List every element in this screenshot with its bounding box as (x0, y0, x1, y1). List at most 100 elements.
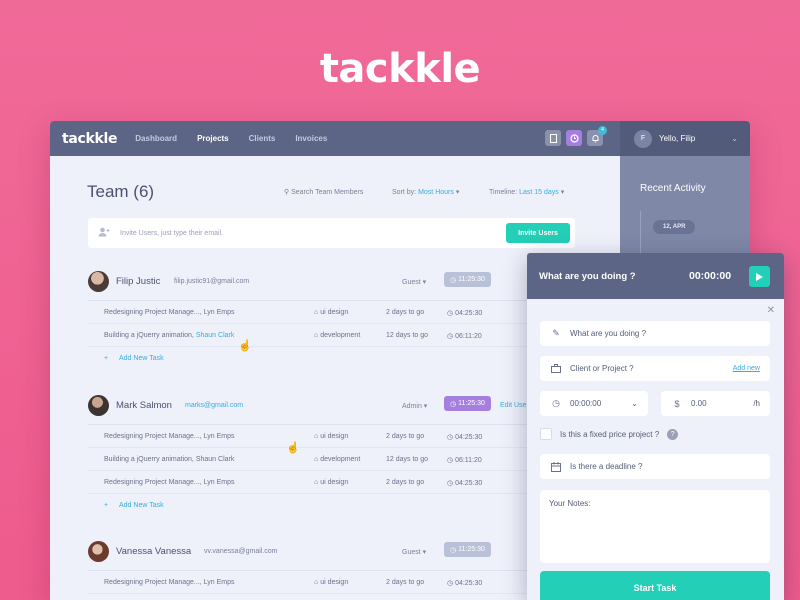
briefcase-icon (550, 363, 562, 375)
chevron-down-icon: ▾ (455, 189, 460, 196)
task-tag: ⌂ ui design (314, 309, 348, 316)
avatar (88, 271, 109, 292)
table-row[interactable]: Redesigning Project Manage..., Lyn Emps … (88, 471, 588, 494)
popup-header: What are you doing ? 00:00:00 (527, 253, 784, 299)
search-team[interactable]: ⚲ Search Team Members (284, 188, 363, 196)
edit-user-link[interactable]: Edit Use (500, 402, 526, 409)
invite-input[interactable]: Invite Users, just type their email. (120, 230, 223, 237)
member-name: Vanessa Vanessa (116, 546, 192, 557)
add-task-link[interactable]: + Add New Task (88, 347, 588, 369)
task-due: 12 days to go (386, 456, 429, 463)
member-timer[interactable]: ◷ 11:25:30 (444, 272, 491, 287)
client-project-select[interactable]: Client or Project ? Add new (540, 356, 770, 381)
duration-select[interactable]: ◷ 00:00:00 ⌄ (540, 391, 648, 416)
task-time: ◷ 06:11:20 (447, 332, 482, 340)
tag-label: ui design (320, 433, 349, 440)
add-task-label: Add New Task (119, 502, 164, 509)
task-time: ◷ 04:25:30 (447, 479, 482, 487)
popup-title: What are you doing ? (539, 270, 636, 282)
timer-icon[interactable] (566, 130, 582, 146)
role-label: Guest (402, 279, 421, 286)
currency-symbol: $ (674, 398, 680, 409)
table-row[interactable]: Redesigning Project Manage..., Lyn Emps … (88, 301, 588, 324)
notes-textarea[interactable]: Your Notes: (540, 490, 770, 563)
role-dropdown[interactable]: Guest ▾ (402, 278, 426, 286)
clock-icon: ◷ (447, 333, 454, 340)
role-dropdown[interactable]: Guest ▾ (402, 548, 426, 556)
search-label: Search Team Members (291, 189, 364, 196)
page-title: Team (6) (87, 182, 155, 201)
invite-bar: Invite Users, just type their email. Inv… (88, 218, 575, 248)
help-icon[interactable]: ? (667, 428, 679, 440)
brand-logo: tackkle (319, 46, 481, 92)
member-block: Filip Justic filip.justic91@gmail.com Gu… (88, 268, 588, 369)
play-button[interactable] (749, 266, 770, 287)
add-task-link[interactable]: + Add New Task (88, 494, 588, 516)
chevron-down-icon: ▾ (423, 403, 428, 410)
time-value: 06:11:20 (455, 333, 482, 340)
calendar-icon (550, 461, 562, 473)
member-block: Vanessa Vanessa vv.vanessa@gmail.com Gue… (88, 538, 588, 594)
task-name: Redesigning Project Manage..., Lyn Emps (104, 309, 235, 316)
role-label: Admin (402, 403, 422, 410)
table-row[interactable]: Redesigning Project Manage..., Lyn Emps … (88, 571, 588, 594)
clock-icon: ◷ (447, 480, 454, 487)
deadline-field[interactable]: Is there a deadline ? (540, 454, 770, 479)
tag-label: development (320, 456, 361, 463)
invite-users-button[interactable]: Invite Users (506, 223, 570, 243)
member-email[interactable]: marks@gmail.com (185, 402, 243, 409)
task-tag: ⌂ development (314, 456, 360, 463)
tag-label: ui design (320, 579, 349, 586)
client-link[interactable]: Shaun Clark (196, 332, 235, 339)
task-name: Building a jQuerry animation, Shaun Clar… (104, 456, 235, 463)
clock-icon: ◷ (450, 276, 459, 284)
timer-value: 11:25:30 (458, 546, 485, 553)
table-row[interactable]: Redesigning Project Manage..., Lyn Emps … (88, 425, 588, 448)
popup-clock: 00:00:00 (689, 270, 732, 282)
table-row[interactable]: Building a jQuerry animation, Shaun Clar… (88, 448, 588, 471)
task-due: 2 days to go (386, 433, 425, 440)
nav-projects[interactable]: Projects (197, 134, 229, 143)
task-list: Redesigning Project Manage..., Lyn Emps … (88, 300, 588, 369)
activity-date-badge: 12, APR (653, 220, 696, 234)
role-dropdown[interactable]: Admin ▾ (402, 402, 427, 410)
notes-label: Your Notes: (549, 499, 591, 508)
nav-clients[interactable]: Clients (249, 134, 276, 143)
member-email: filip.justic91@gmail.com (174, 278, 250, 285)
rate-input[interactable]: $ 0.00 /h (661, 391, 770, 416)
task-tag: ⌂ ui design (314, 479, 348, 486)
nav-dashboard[interactable]: Dashboard (135, 134, 177, 143)
sort-dropdown[interactable]: Sort by: Most Hours ▾ (392, 188, 459, 196)
timer-value: 11:25:30 (458, 400, 485, 407)
tag-icon: ⌂ (314, 309, 319, 316)
member-timer[interactable]: ◷ 11:25:30 (444, 396, 491, 411)
timeline-dropdown[interactable]: Timeline: Last 15 days ▾ (489, 188, 564, 196)
fixed-price-checkbox-row[interactable]: Is this a fixed price project ? ? (540, 428, 679, 440)
tag-icon: ⌂ (314, 332, 319, 339)
add-new-link[interactable]: Add new (733, 365, 760, 372)
task-name: Redesigning Project Manage..., Lyn Emps (104, 433, 235, 440)
bell-icon[interactable]: 4 (587, 126, 607, 146)
fixed-price-checkbox[interactable] (540, 428, 552, 440)
start-task-button[interactable]: Start Task (540, 571, 770, 600)
member-timer[interactable]: ◷ 11:25:30 (444, 542, 491, 557)
clock-icon: ◷ (447, 580, 454, 587)
chevron-down-icon: ⌄ (631, 399, 638, 408)
hand-cursor-icon: ☝ (238, 340, 252, 352)
app-logo[interactable]: tackkle (62, 131, 118, 147)
member-name: Mark Salmon (116, 400, 172, 411)
task-time: ◷ 04:25:30 (447, 433, 482, 441)
what-input[interactable]: ✎ What are you doing ? (540, 321, 770, 346)
task-time: ◷ 04:25:30 (447, 579, 482, 587)
hand-cursor-icon: ☝ (286, 442, 300, 454)
task-tag: ⌂ ui design (314, 579, 348, 586)
close-icon[interactable]: ✕ (767, 305, 775, 316)
tag-icon: ⌂ (314, 456, 319, 463)
table-row[interactable]: Building a jQuerry animation, Shaun Clar… (88, 324, 588, 347)
timer-value: 11:25:30 (458, 276, 485, 283)
document-icon[interactable] (545, 130, 561, 146)
user-menu[interactable]: F Yello, Filip ⌄ (620, 121, 750, 156)
nav-invoices[interactable]: Invoices (295, 134, 327, 143)
tag-icon: ⌂ (314, 579, 319, 586)
chevron-down-icon: ▾ (422, 549, 427, 556)
